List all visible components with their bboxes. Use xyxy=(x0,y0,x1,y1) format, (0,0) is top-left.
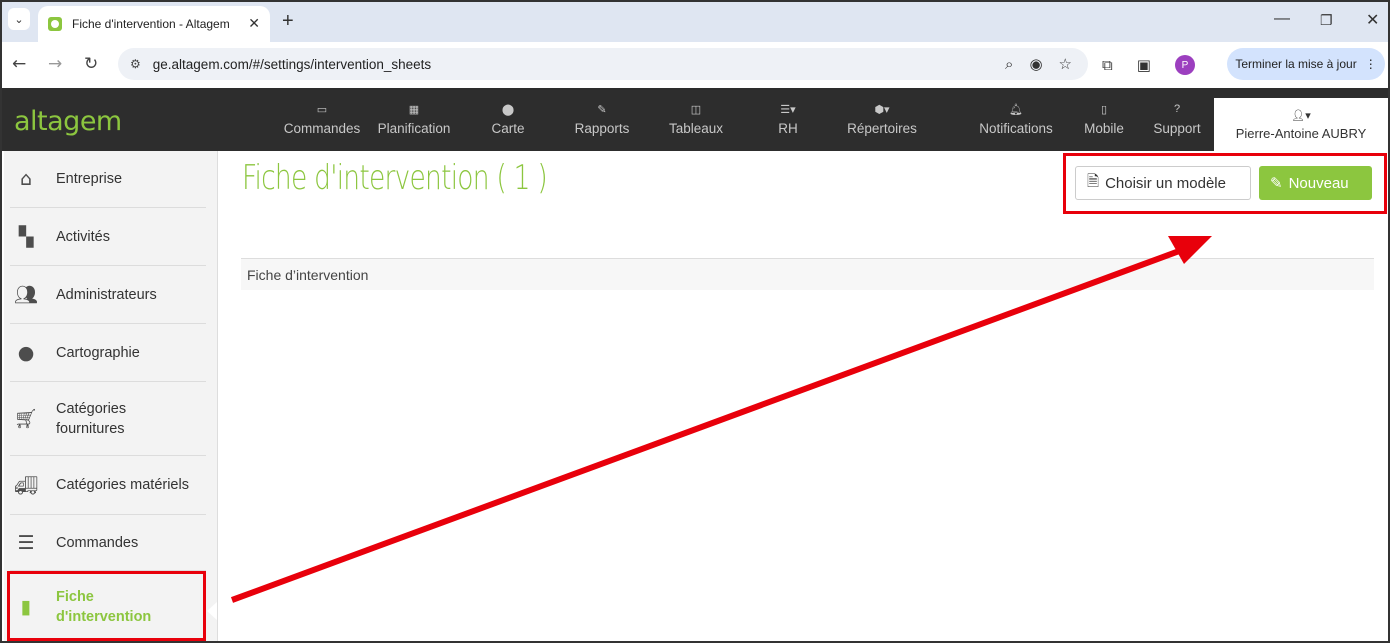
arrow-shaft xyxy=(230,247,1184,603)
screenshot-frame: ⌄ Fiche d'intervention - Altagem ✕ + — ❐… xyxy=(0,0,1390,643)
annotation-arrow xyxy=(230,236,1212,603)
